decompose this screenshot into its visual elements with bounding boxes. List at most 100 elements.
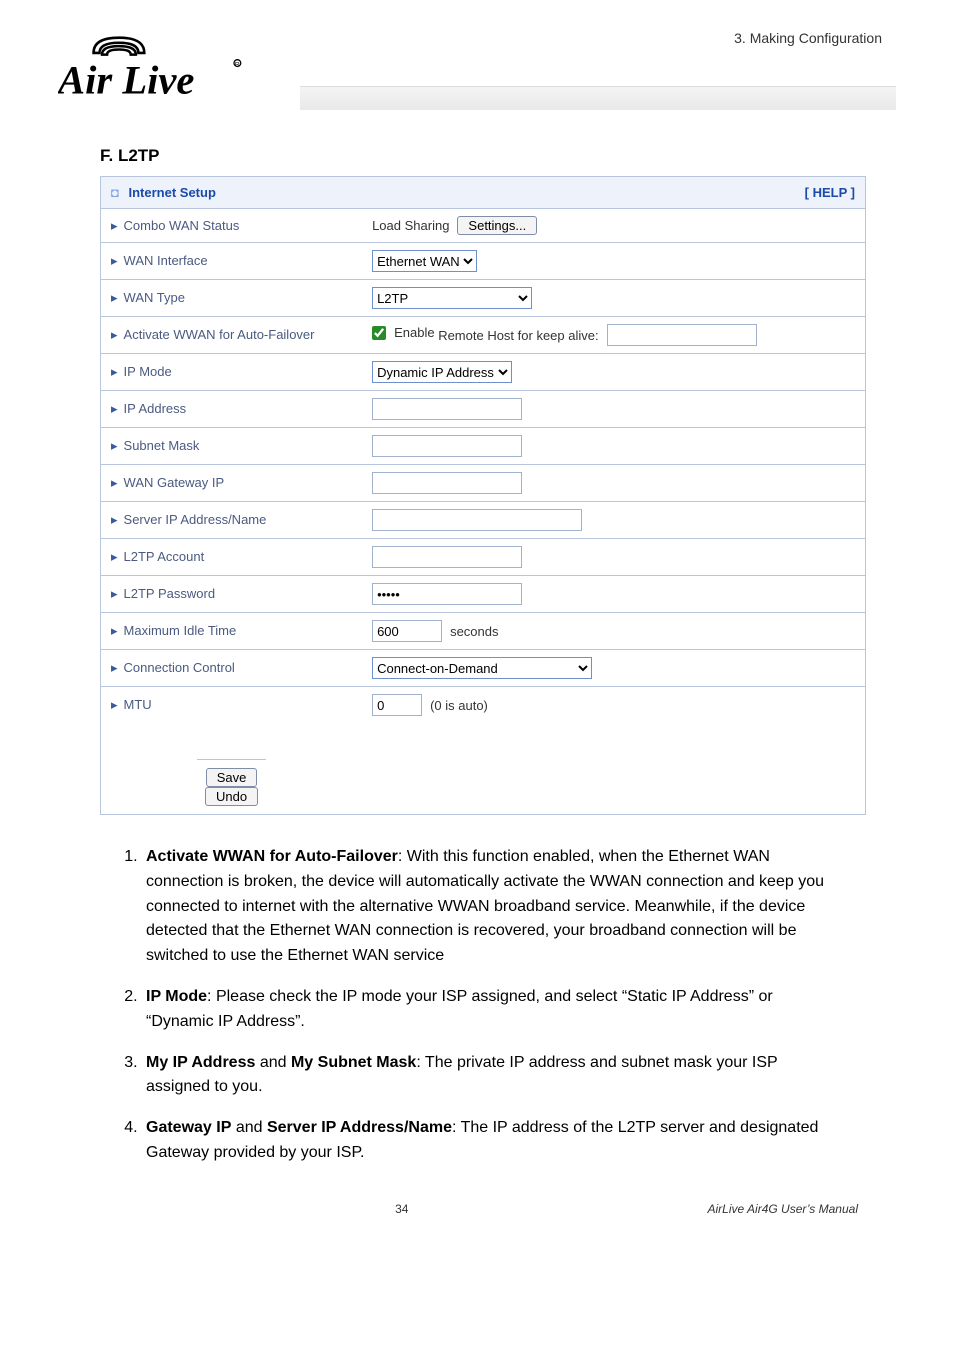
- row-label-conn-control: ▸ Connection Control: [101, 650, 363, 687]
- enable-checkbox[interactable]: [372, 326, 386, 340]
- mtu-input[interactable]: [372, 694, 422, 716]
- subnet-mask-input[interactable]: [372, 435, 522, 457]
- label-text: IP Mode: [124, 364, 172, 379]
- help-link[interactable]: [ HELP ]: [805, 185, 855, 200]
- triangle-icon: ▸: [111, 401, 118, 416]
- instruction-3: My IP Address and My Subnet Mask: The pr…: [142, 1051, 838, 1101]
- load-sharing-text: Load Sharing: [372, 218, 449, 233]
- svg-text:R: R: [235, 61, 240, 68]
- label-text: MTU: [124, 697, 152, 712]
- label-text: Server IP Address/Name: [124, 512, 267, 527]
- triangle-icon: ▸: [111, 290, 118, 305]
- row-value-mtu: (0 is auto): [362, 687, 865, 724]
- label-text: Connection Control: [124, 660, 235, 675]
- ip-address-input[interactable]: [372, 398, 522, 420]
- panel-footer: Save Undo: [197, 759, 266, 814]
- max-idle-input[interactable]: [372, 620, 442, 642]
- instruction-3-mid: and: [255, 1054, 291, 1071]
- triangle-icon: ▸: [111, 697, 118, 712]
- panel-title: Internet Setup: [128, 185, 215, 200]
- wan-interface-select[interactable]: Ethernet WAN: [372, 250, 477, 272]
- section-label: 3. Making Configuration: [734, 30, 882, 46]
- seconds-unit: seconds: [450, 624, 498, 639]
- label-text: Maximum Idle Time: [124, 623, 237, 638]
- row-label-max-idle: ▸ Maximum Idle Time: [101, 613, 363, 650]
- instruction-4-term-b: Server IP Address/Name: [267, 1119, 452, 1136]
- instruction-4-mid: and: [231, 1119, 267, 1136]
- page-footer: 34 AirLive Air4G User’s Manual: [0, 1202, 954, 1216]
- instruction-3-term-a: My IP Address: [146, 1054, 255, 1071]
- label-text: Combo WAN Status: [124, 218, 240, 233]
- row-label-server-ip: ▸ Server IP Address/Name: [101, 502, 363, 539]
- label-text: L2TP Password: [124, 586, 216, 601]
- instruction-1-text: : With this function enabled, when the E…: [146, 848, 824, 964]
- ip-mode-select[interactable]: Dynamic IP Address: [372, 361, 512, 383]
- conn-control-select[interactable]: Connect-on-Demand: [372, 657, 592, 679]
- instruction-2-text: : Please check the IP mode your ISP assi…: [146, 988, 773, 1030]
- row-label-combo-wan-status: ▸ Combo WAN Status: [101, 209, 363, 243]
- remote-host-input[interactable]: [607, 324, 757, 346]
- row-label-wan-type: ▸ WAN Type: [101, 280, 363, 317]
- l2tp-account-input[interactable]: [372, 546, 522, 568]
- row-label-activate-wwan: ▸ Activate WWAN for Auto-Failover: [101, 317, 363, 354]
- instruction-4-term-a: Gateway IP: [146, 1119, 231, 1136]
- airlive-logo: Air Live R: [58, 34, 278, 109]
- triangle-icon: ▸: [111, 660, 118, 675]
- triangle-icon: ▸: [111, 586, 118, 601]
- triangle-icon: ▸: [111, 475, 118, 490]
- row-label-l2tp-password: ▸ L2TP Password: [101, 576, 363, 613]
- triangle-icon: ▸: [111, 549, 118, 564]
- instruction-1-term: Activate WWAN for Auto-Failover: [146, 848, 398, 865]
- panel-title-row: ◘ Internet Setup [ HELP ]: [101, 177, 866, 209]
- row-value-combo-wan-status: Load Sharing Settings...: [362, 209, 865, 243]
- instruction-2: IP Mode: Please check the IP mode your I…: [142, 985, 838, 1035]
- wan-gateway-input[interactable]: [372, 472, 522, 494]
- triangle-icon: ▸: [111, 512, 118, 527]
- header-divider: [300, 86, 896, 110]
- enable-label: Enable: [394, 325, 434, 340]
- wan-type-select[interactable]: L2TP: [372, 287, 532, 309]
- manual-title: AirLive Air4G User’s Manual: [707, 1202, 858, 1216]
- row-label-l2tp-account: ▸ L2TP Account: [101, 539, 363, 576]
- label-text: IP Address: [124, 401, 187, 416]
- instruction-4: Gateway IP and Server IP Address/Name: T…: [142, 1116, 838, 1166]
- row-label-subnet-mask: ▸ Subnet Mask: [101, 428, 363, 465]
- label-text: L2TP Account: [124, 549, 205, 564]
- triangle-icon: ▸: [111, 218, 118, 233]
- instructions-list: Activate WWAN for Auto-Failover: With th…: [142, 845, 838, 1166]
- instruction-1: Activate WWAN for Auto-Failover: With th…: [142, 845, 838, 969]
- row-value-wan-type: L2TP: [362, 280, 865, 317]
- bullet-icon: ◘: [111, 185, 119, 200]
- triangle-icon: ▸: [111, 364, 118, 379]
- row-label-mtu: ▸ MTU: [101, 687, 363, 724]
- mtu-unit: (0 is auto): [430, 698, 488, 713]
- triangle-icon: ▸: [111, 438, 118, 453]
- instruction-2-term: IP Mode: [146, 988, 207, 1005]
- label-text: WAN Gateway IP: [124, 475, 225, 490]
- row-value-ip-mode: Dynamic IP Address: [362, 354, 865, 391]
- server-ip-input[interactable]: [372, 509, 582, 531]
- label-text: WAN Interface: [124, 253, 208, 268]
- undo-button[interactable]: Undo: [205, 787, 258, 806]
- triangle-icon: ▸: [111, 327, 118, 342]
- row-label-ip-address: ▸ IP Address: [101, 391, 363, 428]
- row-label-ip-mode: ▸ IP Mode: [101, 354, 363, 391]
- label-text: Subnet Mask: [124, 438, 200, 453]
- settings-button[interactable]: Settings...: [457, 216, 537, 235]
- instruction-3-term-b: My Subnet Mask: [291, 1054, 416, 1071]
- row-value-activate-wwan: Enable Remote Host for keep alive:: [362, 317, 865, 354]
- label-text: Activate WWAN for Auto-Failover: [124, 327, 315, 342]
- page-header: 3. Making Configuration Air Live R: [0, 0, 954, 112]
- triangle-icon: ▸: [111, 253, 118, 268]
- row-value-wan-interface: Ethernet WAN: [362, 243, 865, 280]
- save-button[interactable]: Save: [206, 768, 258, 787]
- l2tp-password-input[interactable]: [372, 583, 522, 605]
- remote-host-label: Remote Host for keep alive:: [438, 328, 598, 343]
- row-label-wan-interface: ▸ WAN Interface: [101, 243, 363, 280]
- row-value-max-idle: seconds: [362, 613, 865, 650]
- page-number: 34: [395, 1202, 408, 1216]
- internet-setup-table: ◘ Internet Setup [ HELP ] ▸ Combo WAN Sta…: [100, 176, 866, 815]
- row-label-wan-gateway: ▸ WAN Gateway IP: [101, 465, 363, 502]
- label-text: WAN Type: [124, 290, 185, 305]
- triangle-icon: ▸: [111, 623, 118, 638]
